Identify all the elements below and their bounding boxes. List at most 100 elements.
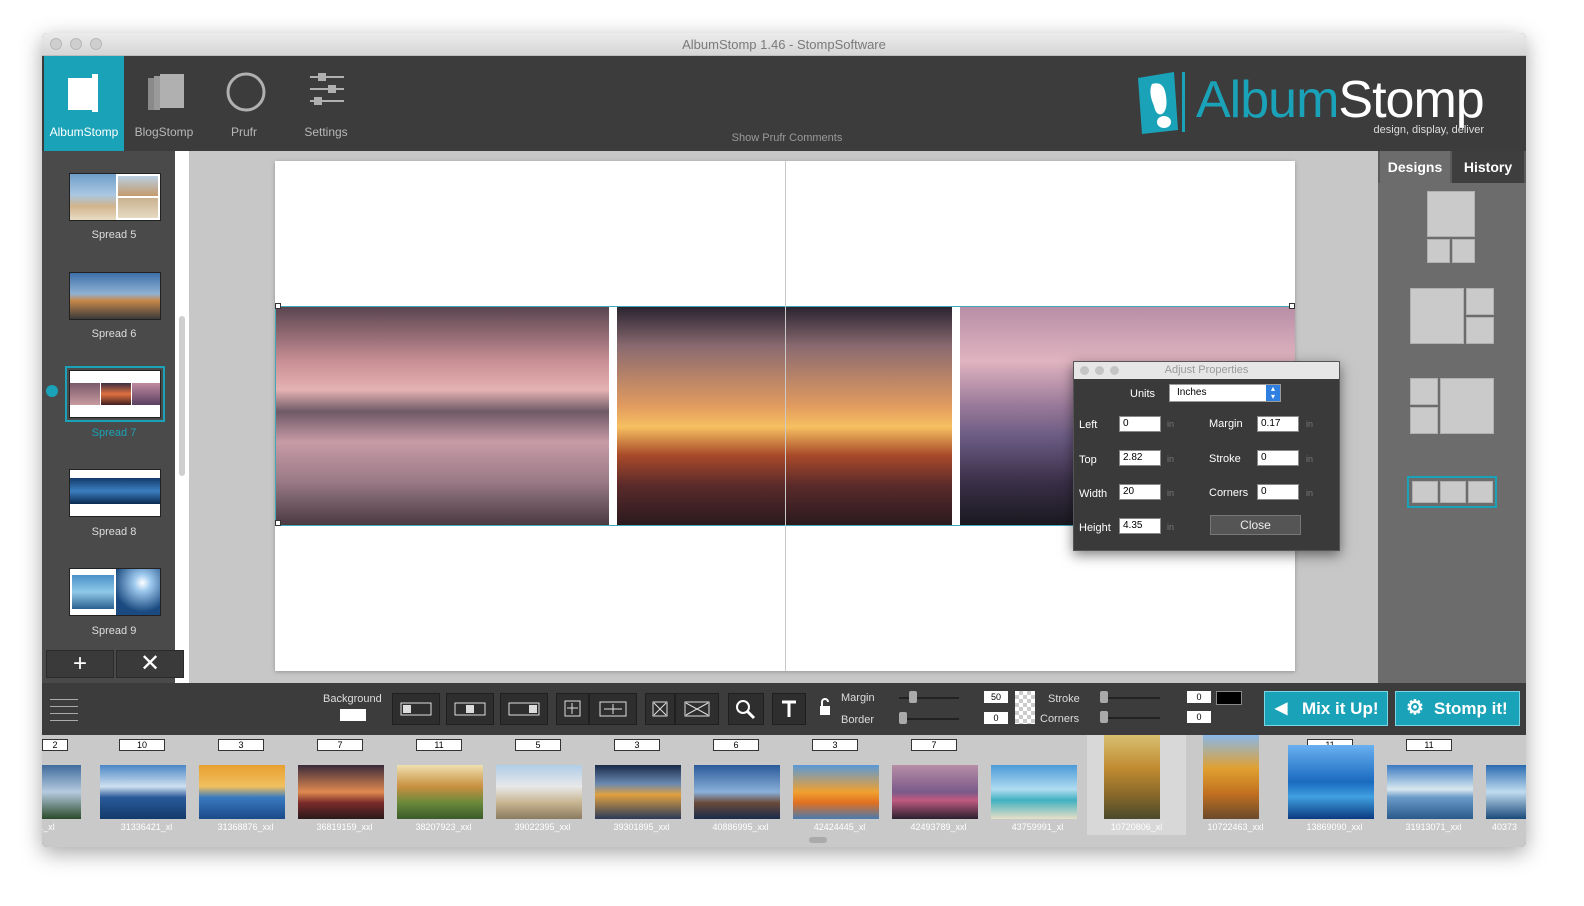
spread-thumbnail-9[interactable] [69,568,161,616]
border-slider[interactable] [899,718,959,720]
tab-designs[interactable]: Designs [1380,151,1450,183]
filmstrip-item[interactable]: 3 42424445_xl [790,735,889,835]
nav-albumstomp[interactable]: AlbumStomp [44,56,124,151]
dialog-close-button[interactable]: Close [1210,515,1301,535]
nav-label: Settings [304,125,348,139]
align-left-icon [400,702,432,716]
search-button[interactable] [728,693,764,725]
design-option-selected[interactable] [1407,476,1497,508]
corners-value[interactable]: 0 [1187,711,1211,723]
filmstrip-item[interactable]: 10722463_xxl [1186,735,1285,835]
spread-thumbnail-6[interactable] [69,272,161,320]
resize-handle[interactable] [275,303,281,309]
photo-thumbnail [298,765,384,819]
fit-icon [652,701,668,717]
spread-thumbnail-7[interactable] [65,366,165,422]
design-option[interactable] [1410,378,1494,434]
spread-label: Spread 6 [91,328,137,340]
designs-panel [1378,183,1526,683]
resize-handle[interactable] [1289,303,1295,309]
sidebar-scrollbar[interactable] [175,151,189,683]
align-right-button[interactable] [500,693,548,725]
filmstrip-item[interactable]: 11 13869090_xxl [1285,735,1384,835]
corners-input[interactable]: 0 [1257,484,1299,500]
resize-handle[interactable] [275,520,281,526]
border-value[interactable]: 0 [984,712,1008,724]
nav-label: BlogStomp [134,125,194,139]
nav-blogstomp[interactable]: BlogStomp [124,56,204,151]
left-input[interactable]: 0 [1119,416,1161,432]
menu-icon[interactable] [50,697,78,721]
top-input[interactable]: 2.82 [1119,450,1161,466]
filmstrip-item[interactable]: 43759991_xl [988,735,1087,835]
photo-filename: 31368876_xxl [217,822,274,832]
text-tool-button[interactable] [772,693,806,725]
design-option[interactable] [1427,191,1477,265]
margin-value[interactable]: 50 [984,691,1008,703]
align-left-button[interactable] [392,693,440,725]
filmstrip-item[interactable]: 7 36819159_xxl [295,735,394,835]
filmstrip-item[interactable]: 40373 [1483,735,1526,835]
filmstrip-item[interactable]: 3 31368876_xxl [196,735,295,835]
stroke-slider[interactable] [1100,697,1160,699]
mix-it-up-button[interactable]: ◀ Mix it Up! [1264,691,1388,726]
filmstrip-item[interactable]: 10 31336421_xl [97,735,196,835]
filmstrip-item[interactable]: 6 40886995_xxl [691,735,790,835]
stomp-it-button[interactable]: ⚙ Stomp it! [1395,691,1520,726]
units-select[interactable]: Inches ▴ ▾ [1169,384,1281,402]
spread-label: Spread 8 [91,526,137,538]
show-prufr-comments-link[interactable]: Show Prufr Comments [722,132,852,144]
filmstrip-resize-grip[interactable] [809,837,827,843]
margin-input[interactable]: 0.17 [1257,416,1299,432]
stroke-input[interactable]: 0 [1257,450,1299,466]
search-icon [736,700,756,720]
spread-horizontal-button[interactable] [589,693,637,725]
margin-slider[interactable] [899,697,959,699]
usage-count: 2 [42,739,68,751]
stroke-color-swatch[interactable] [1216,691,1242,705]
spread-thumbnail-5[interactable] [69,173,161,221]
background-color-swatch[interactable] [340,709,366,721]
filmstrip-item[interactable]: 11 38207923_xxl [394,735,493,835]
expand-button[interactable] [556,693,589,725]
spread-label: Spread 9 [91,625,137,637]
fill-button[interactable] [675,693,719,725]
filmstrip-item[interactable]: 3 39301895_xxl [592,735,691,835]
design-option[interactable] [1410,288,1494,344]
usage-count: 3 [614,739,660,751]
add-spread-button[interactable]: + [46,650,114,678]
remove-spread-button[interactable]: ✕ [116,650,184,678]
filmstrip-item[interactable]: 2 581_xl [42,735,91,835]
height-input[interactable]: 4.35 [1119,518,1161,534]
tab-history[interactable]: History [1452,151,1524,183]
footprint-logo-icon [1138,72,1185,134]
nav-settings[interactable]: Settings [286,56,366,151]
align-center-button[interactable] [446,693,494,725]
corners-slider[interactable] [1100,717,1160,719]
left-label: Left [1079,419,1098,431]
spread-actions: + ✕ [46,650,187,678]
width-input[interactable]: 20 [1119,484,1161,500]
stroke-value[interactable]: 0 [1187,691,1211,703]
spread-label: Spread 7 [91,427,137,439]
nav-prufr[interactable]: Prufr [204,56,284,151]
filmstrip-item[interactable]: 5 39022395_xxl [493,735,592,835]
corners-slider-knob[interactable] [1100,711,1108,723]
filmstrip-item[interactable]: 11 10720806_xl [1087,735,1186,835]
spread-thumbnail-8[interactable] [69,469,161,517]
fit-button[interactable] [645,693,675,725]
albumstomp-icon [68,74,98,112]
border-color-swatch[interactable] [1015,691,1035,724]
comment-icon[interactable] [46,385,58,397]
top-label: Top [1079,454,1097,466]
lock-icon[interactable] [818,697,832,717]
scrollbar-thumb[interactable] [179,316,185,476]
border-slider-knob[interactable] [899,712,907,724]
filmstrip-item[interactable]: 11 31913071_xxl [1384,735,1483,835]
photo-filename: 40373 [1491,822,1518,832]
margin-slider-knob[interactable] [909,691,917,703]
filmstrip-item[interactable]: 7 42493789_xxl [889,735,988,835]
photo-filename: 43759991_xl [1011,822,1064,832]
stroke-slider-knob[interactable] [1100,691,1108,703]
photo-lake-pink[interactable] [276,307,609,525]
